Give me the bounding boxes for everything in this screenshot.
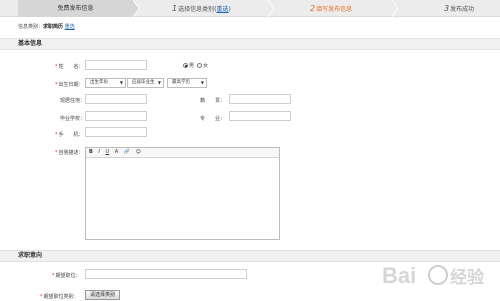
- editor-toolbar: B I U A 🔗 ☺: [86, 148, 279, 158]
- residence-input[interactable]: [85, 94, 147, 104]
- category-value: 求职简历: [43, 24, 64, 30]
- expected-position-label: *期望职位：: [52, 273, 81, 279]
- step-select-category: 1选择信息类别(重选): [172, 4, 231, 13]
- name-input[interactable]: [85, 60, 147, 70]
- birth-label: *出生日期：: [55, 82, 84, 88]
- education-select[interactable]: 最高学历 ▼: [167, 78, 207, 88]
- gender-male-radio[interactable]: 男: [183, 62, 194, 69]
- progress-steps-bar: 免费发布信息 1选择信息类别(重选) 2填写发布信息 3发布成功: [0, 0, 500, 17]
- name-label: *姓 名：: [55, 64, 84, 70]
- birth-year-select[interactable]: 出生年份 ▼: [85, 78, 126, 88]
- native-place-input[interactable]: [229, 94, 291, 104]
- step-separator-icon: [392, 0, 399, 17]
- link-icon[interactable]: 🔗: [124, 148, 130, 157]
- major-input[interactable]: [229, 111, 291, 121]
- step-separator-icon: [268, 0, 275, 17]
- step-fill-info: 2填写发布信息: [310, 4, 353, 13]
- underline-icon[interactable]: U: [105, 148, 109, 157]
- school-input[interactable]: [85, 111, 147, 121]
- self-description-editor[interactable]: B I U A 🔗 ☺: [85, 147, 280, 240]
- select-category-button[interactable]: 请选择类别: [85, 290, 121, 300]
- step-separator-icon: [133, 0, 140, 17]
- graduate-select[interactable]: 应届毕业生 ▼: [127, 78, 164, 88]
- native-place-label: 籍 贯：: [200, 98, 226, 104]
- italic-icon[interactable]: I: [98, 148, 99, 157]
- expected-position-input[interactable]: [85, 269, 247, 279]
- residence-label: 现居住地：: [60, 98, 86, 104]
- baidu-jingyan-watermark: Bai 经验: [380, 256, 496, 296]
- expected-category-label: *期望职位类别：: [40, 294, 79, 300]
- major-label: 专 业：: [200, 116, 226, 122]
- category-line: 信息类别：求职简历 重选: [18, 24, 75, 30]
- step-post-success: 3发布成功: [444, 4, 475, 13]
- emoticon-icon[interactable]: ☺: [136, 148, 141, 157]
- reselect-link[interactable]: 重选: [65, 24, 75, 30]
- font-color-icon[interactable]: A: [115, 148, 118, 157]
- watermark-jingyan-text: 经验: [450, 267, 485, 288]
- gender-female-radio[interactable]: 女: [197, 62, 208, 69]
- bold-icon[interactable]: B: [89, 148, 93, 157]
- reselect-category-link[interactable]: 重选: [216, 6, 228, 13]
- section-basic-info: 基本信息: [0, 38, 500, 50]
- phone-input[interactable]: [85, 127, 147, 137]
- watermark-bai-text: Bai: [382, 263, 416, 288]
- step-free-post: 免费发布信息: [18, 0, 133, 17]
- phone-label: *手 机：: [55, 132, 84, 138]
- self-description-label: *自我描述：: [55, 150, 84, 156]
- school-label: 毕业学校：: [60, 116, 86, 122]
